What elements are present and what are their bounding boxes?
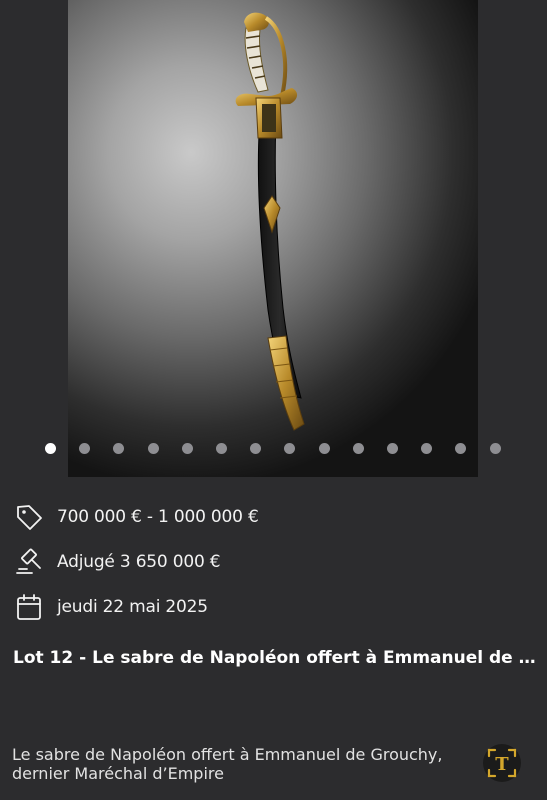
carousel-dot[interactable] xyxy=(387,443,398,454)
text-scan-icon: T xyxy=(483,744,521,782)
lot-description: Le sabre de Napoléon offert à Emmanuel d… xyxy=(12,745,492,783)
carousel-dot[interactable] xyxy=(182,443,193,454)
auction-gavel-icon xyxy=(16,548,41,574)
carousel-dot[interactable] xyxy=(284,443,295,454)
carousel-dot[interactable] xyxy=(250,443,261,454)
carousel-dot[interactable] xyxy=(216,443,227,454)
carousel-dot[interactable] xyxy=(45,443,56,454)
price-tag-icon xyxy=(17,505,42,530)
carousel-dot[interactable] xyxy=(79,443,90,454)
hammer-price-text: Adjugé 3 650 000 € xyxy=(57,552,221,572)
hammer-price-row: Adjugé 3 650 000 € xyxy=(14,546,534,578)
carousel-dot[interactable] xyxy=(455,443,466,454)
lot-title[interactable]: Lot 12 - Le sabre de Napoléon offert à E… xyxy=(13,648,537,668)
date-text: jeudi 22 mai 2025 xyxy=(57,597,208,617)
calendar-icon xyxy=(17,594,41,620)
lot-photo[interactable] xyxy=(68,0,478,477)
description-line-1: Le sabre de Napoléon offert à Emmanuel d… xyxy=(12,745,443,764)
carousel-dot[interactable] xyxy=(421,443,432,454)
carousel-dot[interactable] xyxy=(113,443,124,454)
fab-glyph: T xyxy=(495,754,509,775)
estimate-row: 700 000 € - 1 000 000 € xyxy=(14,501,534,533)
image-carousel[interactable] xyxy=(0,0,547,477)
carousel-dot[interactable] xyxy=(148,443,159,454)
sabre-image xyxy=(235,12,305,431)
description-line-2: dernier Maréchal d’Empire xyxy=(12,764,224,783)
estimate-text: 700 000 € - 1 000 000 € xyxy=(57,507,259,527)
carousel-dot[interactable] xyxy=(353,443,364,454)
carousel-dot[interactable] xyxy=(490,443,501,454)
carousel-dot[interactable] xyxy=(319,443,330,454)
text-scan-button[interactable]: T xyxy=(481,742,523,784)
carousel-pagination xyxy=(0,441,547,457)
date-row: jeudi 22 mai 2025 xyxy=(14,591,534,623)
